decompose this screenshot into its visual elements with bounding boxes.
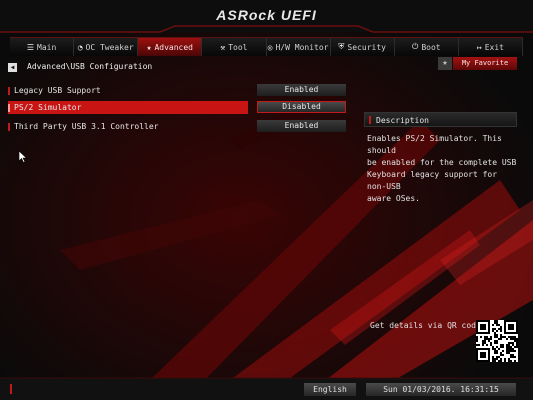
gauge-icon: ◔: [77, 42, 83, 52]
description-title: Description: [376, 116, 429, 125]
main-nav: ☰ Main ◔ OC Tweaker ★ Advanced ⚒ Tool ◎ H/W Monit…: [10, 37, 523, 56]
description-header: Description: [364, 112, 517, 127]
tab-label: OC Tweaker: [85, 42, 134, 52]
footer-marker: [10, 384, 12, 394]
back-button[interactable]: ◀: [8, 63, 17, 72]
tab-oc-tweaker[interactable]: ◔ OC Tweaker: [74, 38, 139, 56]
shield-icon: ⛨: [338, 42, 345, 51]
description-line: Enables PS/2 Simulator. This should: [367, 134, 502, 155]
tab-tool[interactable]: ⚒ Tool: [202, 38, 267, 56]
setting-label: PS/2 Simulator: [14, 103, 82, 112]
datetime-display: Sun 01/03/2016. 16:31:15: [366, 383, 516, 396]
tab-label: H/W Monitor: [275, 42, 329, 52]
mouse-cursor-icon: [19, 151, 27, 163]
description-line: aware OSes.: [367, 194, 420, 203]
language-button[interactable]: English: [304, 383, 356, 396]
exit-icon: ↦: [476, 42, 482, 52]
description-line: be enabled for the complete USB: [367, 158, 517, 167]
star-icon: ★: [146, 42, 152, 52]
description-line: Keyboard legacy support for non-USB: [367, 170, 498, 191]
monitor-icon: ◎: [267, 42, 273, 52]
setting-label: Third Party USB 3.1 Controller: [14, 122, 159, 131]
tab-label: Security: [347, 42, 386, 52]
tab-boot[interactable]: ⏻ Boot: [395, 38, 459, 56]
tab-label: Boot: [421, 42, 441, 52]
tab-label: Tool: [228, 42, 248, 52]
power-icon: ⏻: [412, 42, 419, 51]
setting-row-legacy-usb[interactable]: Legacy USB Support: [8, 84, 248, 97]
list-icon: ☰: [26, 42, 35, 52]
tab-main[interactable]: ☰ Main: [10, 38, 75, 56]
qr-label: Get details via QR code: [370, 321, 481, 330]
setting-value-ps2-simulator[interactable]: Disabled: [257, 101, 346, 113]
tab-security[interactable]: ⛨ Security: [331, 38, 395, 56]
setting-value-third-party-usb31[interactable]: Enabled: [257, 120, 346, 132]
tab-label: Main: [37, 42, 57, 52]
setting-row-third-party-usb31[interactable]: Third Party USB 3.1 Controller: [8, 120, 248, 133]
tab-label: Advanced: [154, 42, 193, 52]
description-text: Enables PS/2 Simulator. This should be e…: [367, 133, 517, 205]
setting-label: Legacy USB Support: [14, 86, 101, 95]
my-favorite-button[interactable]: My Favorite: [453, 57, 517, 70]
tab-exit[interactable]: ↦ Exit: [459, 38, 523, 56]
breadcrumb: Advanced\USB Configuration: [27, 62, 153, 71]
tools-icon: ⚒: [220, 42, 226, 52]
tab-h-w-monitor[interactable]: ◎ H/W Monitor: [267, 38, 331, 56]
setting-value-legacy-usb[interactable]: Enabled: [257, 84, 346, 96]
tab-label: Exit: [484, 42, 504, 52]
setting-row-ps2-simulator[interactable]: PS/2 Simulator: [8, 101, 248, 114]
brand-logo: ASRock UEFI: [216, 7, 317, 23]
qr-code-icon: [476, 320, 518, 362]
tab-advanced[interactable]: ★ Advanced: [138, 38, 203, 56]
favorite-star-icon[interactable]: ★: [438, 57, 452, 70]
